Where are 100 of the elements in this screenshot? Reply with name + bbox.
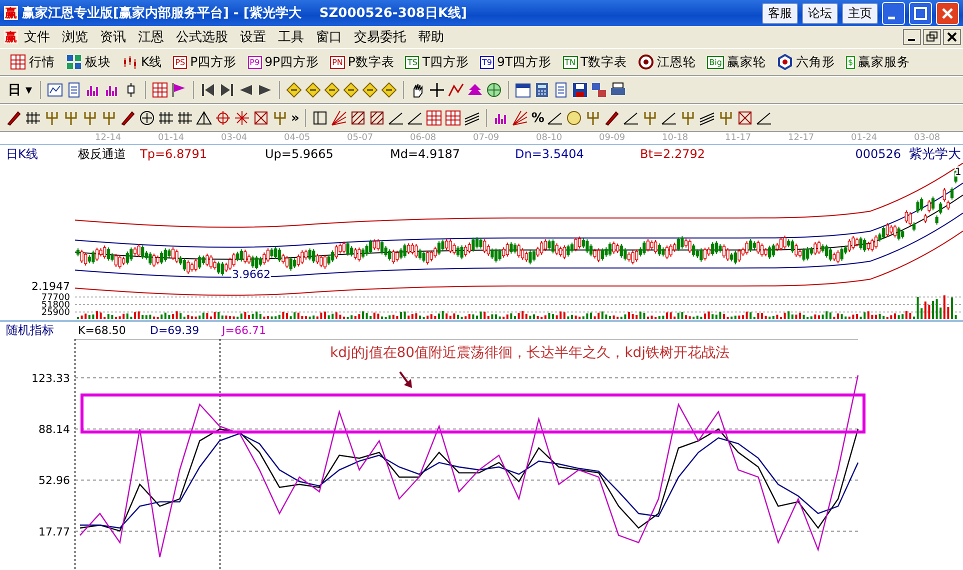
flag-icon[interactable] <box>171 82 188 98</box>
calculator-icon[interactable] <box>534 82 550 98</box>
fork-icon[interactable] <box>272 110 288 126</box>
square-lines-icon[interactable] <box>350 110 366 126</box>
fan-icon[interactable] <box>331 110 348 126</box>
menu-item[interactable]: 公式选股 <box>170 26 234 48</box>
header-link[interactable]: 论坛 <box>802 2 838 24</box>
toolbar-button[interactable]: $ 赢家服务 <box>842 52 914 72</box>
period-dropdown[interactable]: 日 ▾ <box>6 81 34 99</box>
restore-icon[interactable] <box>923 29 941 45</box>
fork-icon[interactable] <box>642 110 658 126</box>
date-label: 03-04 <box>221 132 248 144</box>
calendar-icon[interactable] <box>515 82 532 98</box>
toolbar-button[interactable]: P9 9P四方形 <box>244 52 324 72</box>
diamond-icon[interactable] <box>343 82 360 98</box>
tree-icon[interactable] <box>467 82 484 98</box>
badge-icon: $ <box>846 56 856 68</box>
menu-item[interactable]: 资讯 <box>94 26 132 48</box>
pen-icon[interactable] <box>6 110 22 126</box>
target-icon[interactable] <box>215 110 231 126</box>
toolbar-button[interactable]: TS T四方形 <box>401 52 474 72</box>
maximize-icon[interactable] <box>909 2 932 24</box>
menu-item[interactable]: 浏览 <box>56 26 94 48</box>
angle-icon[interactable] <box>661 110 678 126</box>
circle-icon[interactable] <box>566 110 582 126</box>
menu-item[interactable]: 文件 <box>18 26 56 48</box>
angle-icon[interactable] <box>756 110 772 126</box>
overflow-button[interactable]: » <box>291 110 300 126</box>
box-grid-icon[interactable] <box>737 110 754 126</box>
network-icon[interactable] <box>591 82 608 98</box>
minimize-icon[interactable] <box>903 29 921 45</box>
angle-icon[interactable] <box>547 110 564 126</box>
printer-icon[interactable] <box>610 82 626 98</box>
document-icon[interactable] <box>553 82 570 98</box>
fork-icon[interactable] <box>680 110 696 126</box>
box-icon[interactable] <box>312 110 328 126</box>
toolbar-button[interactable]: TN T数字表 <box>558 52 632 72</box>
menu-item[interactable]: 设置 <box>234 26 272 48</box>
fork-icon[interactable] <box>585 110 602 126</box>
stock-name: 紫光学大 <box>909 146 961 163</box>
triangle-right-icon[interactable] <box>257 82 274 98</box>
close-icon[interactable] <box>943 29 961 45</box>
star-icon[interactable] <box>234 110 250 126</box>
header-link[interactable]: 主页 <box>842 2 878 24</box>
globe-icon[interactable] <box>486 82 502 98</box>
parallel-lines-icon[interactable] <box>177 110 193 126</box>
percent-button[interactable]: % <box>531 110 544 126</box>
circle-grid-icon[interactable] <box>139 110 155 126</box>
diamond-icon[interactable] <box>381 82 398 98</box>
box-grid-icon[interactable] <box>253 110 269 126</box>
grid-icon[interactable] <box>445 110 462 126</box>
parallel-lines-icon[interactable] <box>25 110 41 126</box>
menu-item[interactable]: 江恩 <box>132 26 170 48</box>
fork-icon[interactable] <box>101 110 117 126</box>
toolbar-button[interactable]: 板块 <box>62 52 115 72</box>
skip-forward-icon[interactable] <box>219 82 236 98</box>
angle-icon[interactable] <box>623 110 640 126</box>
date-label: 07-09 <box>473 132 500 144</box>
toolbar-button[interactable]: K线 <box>118 52 166 72</box>
toolbar-button[interactable]: PN P数字表 <box>326 52 398 72</box>
angle-icon[interactable] <box>388 110 404 126</box>
angle-icon[interactable] <box>407 110 424 126</box>
document-icon[interactable] <box>66 82 82 98</box>
fork-icon[interactable] <box>718 110 734 126</box>
menu-item[interactable]: 帮助 <box>412 26 450 48</box>
toolbar-button[interactable]: Big 赢家轮 <box>703 52 770 72</box>
triangle-icon[interactable] <box>196 110 212 126</box>
slanted-lines-icon[interactable] <box>464 110 480 126</box>
chart-window-icon[interactable] <box>47 82 64 98</box>
parallel-lines-icon[interactable] <box>158 110 174 126</box>
header-link[interactable]: 客服 <box>762 2 798 24</box>
pen-icon[interactable] <box>604 110 620 126</box>
crosshair-icon[interactable] <box>429 82 446 98</box>
grid-icon[interactable] <box>426 110 442 126</box>
line-tool-icon[interactable] <box>448 82 464 98</box>
diamond-icon[interactable] <box>324 82 340 98</box>
grid-icon[interactable] <box>152 82 168 98</box>
toolbar-button[interactable]: PS P四方形 <box>169 52 241 72</box>
menu-item[interactable]: 工具 <box>272 26 310 48</box>
date-label: 11-17 <box>725 132 752 144</box>
menu-item[interactable]: 交易委托 <box>348 26 412 48</box>
diamond-icon[interactable] <box>362 82 378 98</box>
diamond-icon[interactable] <box>305 82 322 98</box>
square-lines-icon[interactable] <box>369 110 386 126</box>
menu-item[interactable]: 窗口 <box>310 26 348 48</box>
triangle-left-icon[interactable] <box>238 82 254 98</box>
fork-icon[interactable] <box>82 110 98 126</box>
fan-icon[interactable] <box>512 110 528 126</box>
floppy-icon[interactable] <box>572 82 588 98</box>
fork-icon[interactable] <box>63 110 79 126</box>
fork-icon[interactable] <box>44 110 60 126</box>
date-label: 08-10 <box>536 132 564 144</box>
toolbar-button[interactable]: 六角形 <box>772 52 839 72</box>
skip-back-icon[interactable] <box>200 82 216 98</box>
toolbar-button[interactable]: 江恩轮 <box>634 52 700 72</box>
pen-icon[interactable] <box>120 110 136 126</box>
toolbar-button[interactable]: 行情 <box>6 52 59 72</box>
toolbar-button[interactable]: T9 9T四方形 <box>476 52 556 72</box>
diamond-icon[interactable] <box>286 82 302 98</box>
slanted-lines-icon[interactable] <box>699 110 716 126</box>
